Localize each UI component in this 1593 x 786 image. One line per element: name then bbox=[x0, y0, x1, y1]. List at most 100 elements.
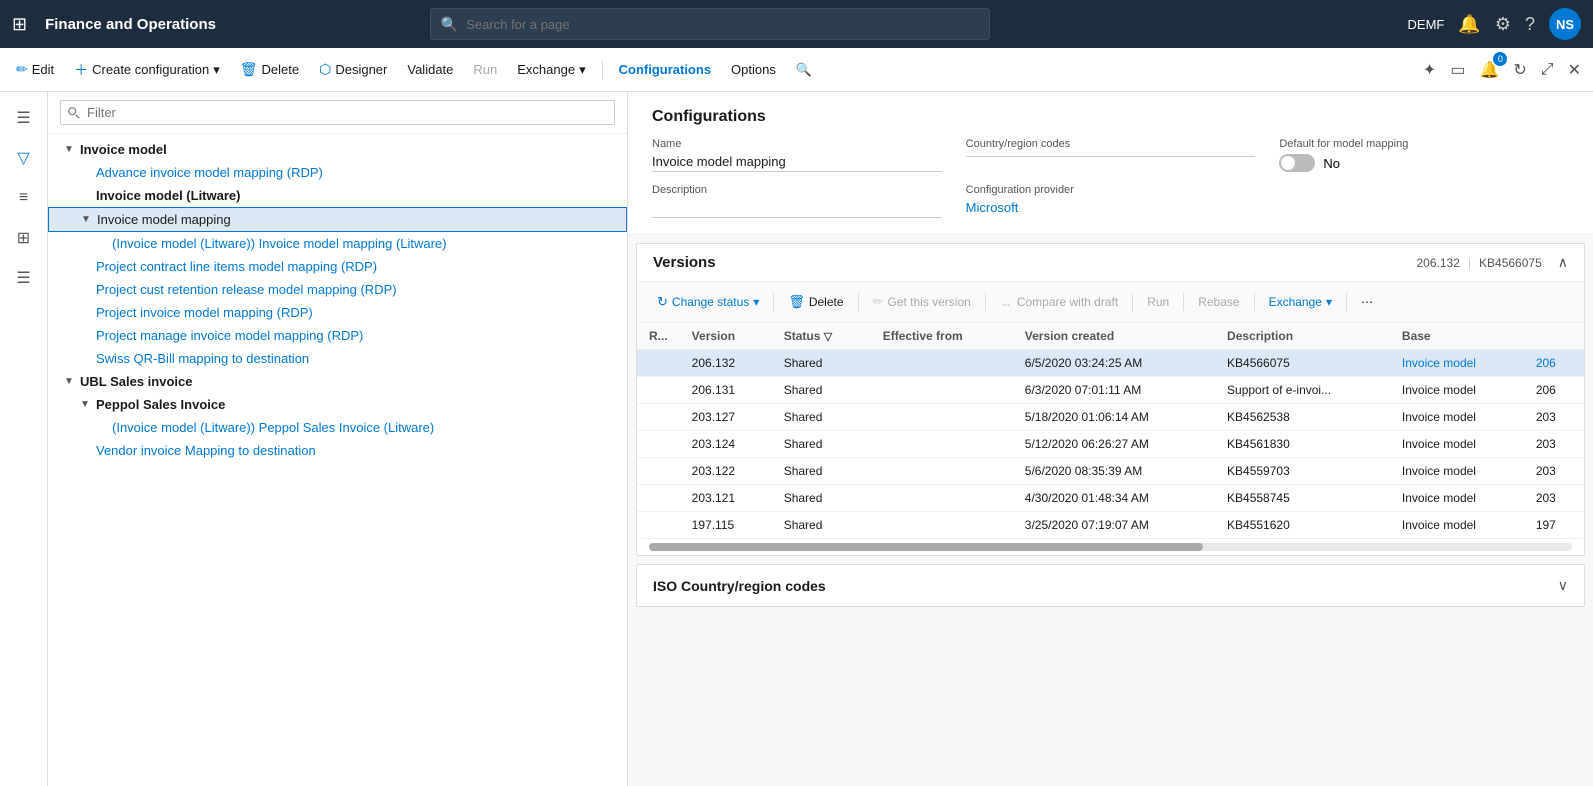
expand-icon[interactable]: ⤢ bbox=[1537, 57, 1558, 83]
table-row[interactable]: 203.121 Shared 4/30/2020 01:48:34 AM KB4… bbox=[637, 485, 1584, 512]
refresh-icon[interactable]: ↻ bbox=[1509, 56, 1530, 84]
col-header-version-created[interactable]: Version created bbox=[1013, 323, 1215, 350]
scrollbar-thumb[interactable] bbox=[649, 543, 1203, 551]
search-input[interactable] bbox=[466, 17, 979, 32]
tree-filter-input[interactable] bbox=[60, 100, 615, 125]
tree-item-project-cust[interactable]: Project cust retention release model map… bbox=[48, 278, 627, 301]
status-filter-icon[interactable]: ▽ bbox=[824, 331, 832, 343]
sidebar-icon-menu[interactable]: ☰ bbox=[6, 100, 42, 136]
tree-item-peppol-litware[interactable]: (Invoice model (Litware)) Peppol Sales I… bbox=[48, 416, 627, 439]
table-row[interactable]: 206.132 Shared 6/5/2020 03:24:25 AM KB45… bbox=[637, 350, 1584, 377]
provider-value[interactable]: Microsoft bbox=[966, 200, 1256, 215]
iso-title: ISO Country/region codes bbox=[653, 578, 826, 594]
get-this-version-button[interactable]: ✏ Get this version bbox=[865, 290, 979, 314]
pin-icon[interactable]: ✦ bbox=[1419, 56, 1440, 84]
table-row[interactable]: 206.131 Shared 6/3/2020 07:01:11 AM Supp… bbox=[637, 377, 1584, 404]
run-button[interactable]: Run bbox=[465, 58, 505, 81]
version-exchange-button[interactable]: Exchange ▾ bbox=[1261, 291, 1340, 313]
default-mapping-toggle[interactable] bbox=[1279, 154, 1315, 172]
content-panel: Configurations Name Invoice model mappin… bbox=[628, 92, 1593, 786]
tree-item-vendor-invoice[interactable]: Vendor invoice Mapping to destination bbox=[48, 439, 627, 462]
version-run-button[interactable]: Run bbox=[1139, 291, 1177, 313]
panel-icon[interactable]: ▭ bbox=[1446, 56, 1469, 84]
cell-status: Shared bbox=[772, 458, 871, 485]
sidebar-icon-table[interactable]: ⊞ bbox=[6, 220, 42, 256]
configurations-section-title: Configurations bbox=[652, 108, 1569, 126]
separator bbox=[602, 60, 603, 80]
versions-section: Versions 206.132 | KB4566075 ∧ ↻ Change … bbox=[636, 243, 1585, 556]
tree-item-swiss-qr[interactable]: Swiss QR-Bill mapping to destination bbox=[48, 347, 627, 370]
tree-item-project-manage[interactable]: Project manage invoice model mapping (RD… bbox=[48, 324, 627, 347]
iso-header[interactable]: ISO Country/region codes ∨ bbox=[637, 565, 1584, 606]
change-status-button[interactable]: ↻ Change status ▾ bbox=[649, 290, 767, 314]
compare-draft-button[interactable]: ↔ Compare with draft bbox=[992, 291, 1126, 314]
badge-icon[interactable]: 🔔 0 bbox=[1475, 56, 1503, 84]
grid-menu-icon[interactable]: ⊞ bbox=[12, 14, 27, 35]
expand-icon-mapping: ▼ bbox=[81, 214, 97, 225]
sidebar-icon-list[interactable]: ≡ bbox=[6, 180, 42, 216]
tree-item-peppol[interactable]: ▼ Peppol Sales Invoice bbox=[48, 393, 627, 416]
tree-item-project-contract[interactable]: Project contract line items model mappin… bbox=[48, 255, 627, 278]
tree-item-invoice-model[interactable]: ▼ Invoice model bbox=[48, 138, 627, 161]
search-bar[interactable]: 🔍 bbox=[430, 8, 990, 40]
iso-expand-icon[interactable]: ∨ bbox=[1558, 577, 1568, 594]
col-header-status[interactable]: Status ▽ bbox=[772, 323, 871, 350]
more-button[interactable]: ⋯ bbox=[1353, 291, 1381, 313]
tree-item-ubl-sales[interactable]: ▼ UBL Sales invoice bbox=[48, 370, 627, 393]
tree-item-mapping-litware[interactable]: (Invoice model (Litware)) Invoice model … bbox=[48, 232, 627, 255]
col-header-description[interactable]: Description bbox=[1215, 323, 1390, 350]
config-header: Configurations Name Invoice model mappin… bbox=[628, 92, 1593, 235]
delete-button[interactable]: 🗑 Delete bbox=[232, 57, 307, 82]
cell-version: 206.131 bbox=[680, 377, 772, 404]
configurations-label: Configurations bbox=[619, 62, 711, 77]
cell-effective-from bbox=[871, 350, 1013, 377]
notification-icon[interactable]: 🔔 bbox=[1458, 14, 1480, 35]
configurations-button[interactable]: Configurations bbox=[611, 58, 719, 81]
rebase-button[interactable]: Rebase bbox=[1190, 291, 1247, 313]
cell-r bbox=[637, 377, 680, 404]
top-navigation: ⊞ Finance and Operations 🔍 DEMF 🔔 ⚙ ? NS bbox=[0, 0, 1593, 48]
cell-version: 206.132 bbox=[680, 350, 772, 377]
settings-icon[interactable]: ⚙ bbox=[1495, 14, 1511, 35]
designer-button[interactable]: ⬡ Designer bbox=[311, 57, 395, 82]
tree-item-invoice-model-litware[interactable]: Invoice model (Litware) bbox=[48, 184, 627, 207]
sidebar-icon-lines[interactable]: ☰ bbox=[6, 260, 42, 296]
expand-icon-invoice-model: ▼ bbox=[64, 144, 80, 155]
tree-item-advance-invoice[interactable]: Advance invoice model mapping (RDP) bbox=[48, 161, 627, 184]
edit-button[interactable]: ✏ Edit bbox=[8, 57, 62, 82]
col-header-base-num bbox=[1524, 323, 1584, 350]
col-header-base[interactable]: Base bbox=[1390, 323, 1524, 350]
table-row[interactable]: 203.124 Shared 5/12/2020 06:26:27 AM KB4… bbox=[637, 431, 1584, 458]
version-exchange-dropdown: ▾ bbox=[1326, 295, 1332, 309]
table-row[interactable]: 203.122 Shared 5/6/2020 08:35:39 AM KB45… bbox=[637, 458, 1584, 485]
sidebar-icon-filter[interactable]: ▽ bbox=[6, 140, 42, 176]
version-exchange-label: Exchange bbox=[1269, 295, 1322, 309]
tree-item-project-invoice[interactable]: Project invoice model mapping (RDP) bbox=[48, 301, 627, 324]
avatar[interactable]: NS bbox=[1549, 8, 1581, 40]
close-icon[interactable]: ✕ bbox=[1564, 56, 1585, 84]
tree-item-invoice-model-mapping[interactable]: ▼ Invoice model mapping bbox=[48, 207, 627, 232]
col-header-effective-from[interactable]: Effective from bbox=[871, 323, 1013, 350]
get-version-label: Get this version bbox=[887, 295, 970, 309]
options-button[interactable]: Options bbox=[723, 58, 784, 81]
version-delete-icon: 🗑 bbox=[788, 294, 805, 310]
validate-button[interactable]: Validate bbox=[399, 58, 461, 81]
tree-label-advance-invoice: Advance invoice model mapping (RDP) bbox=[96, 165, 619, 180]
default-mapping-value: No bbox=[1323, 156, 1340, 171]
search-action-icon[interactable]: 🔍 bbox=[788, 58, 820, 82]
help-icon[interactable]: ? bbox=[1525, 14, 1535, 35]
action-bar-right: ✦ ▭ 🔔 0 ↻ ⤢ ✕ bbox=[1419, 56, 1585, 84]
exchange-button[interactable]: Exchange ▾ bbox=[509, 58, 593, 82]
table-row[interactable]: 203.127 Shared 5/18/2020 01:06:14 AM KB4… bbox=[637, 404, 1584, 431]
scrollbar-track[interactable] bbox=[649, 543, 1572, 551]
col-header-version[interactable]: Version bbox=[680, 323, 772, 350]
version-delete-button[interactable]: 🗑 Delete bbox=[780, 290, 851, 314]
table-row[interactable]: 197.115 Shared 3/25/2020 07:19:07 AM KB4… bbox=[637, 512, 1584, 539]
cell-version-created: 3/25/2020 07:19:07 AM bbox=[1013, 512, 1215, 539]
create-configuration-button[interactable]: ＋ Create configuration ▾ bbox=[66, 56, 228, 84]
notification-count: 0 bbox=[1493, 52, 1507, 66]
cell-effective-from bbox=[871, 458, 1013, 485]
versions-collapse-icon[interactable]: ∧ bbox=[1558, 254, 1568, 271]
sidebar-icons: ☰ ▽ ≡ ⊞ ☰ bbox=[0, 92, 48, 786]
cell-effective-from bbox=[871, 431, 1013, 458]
